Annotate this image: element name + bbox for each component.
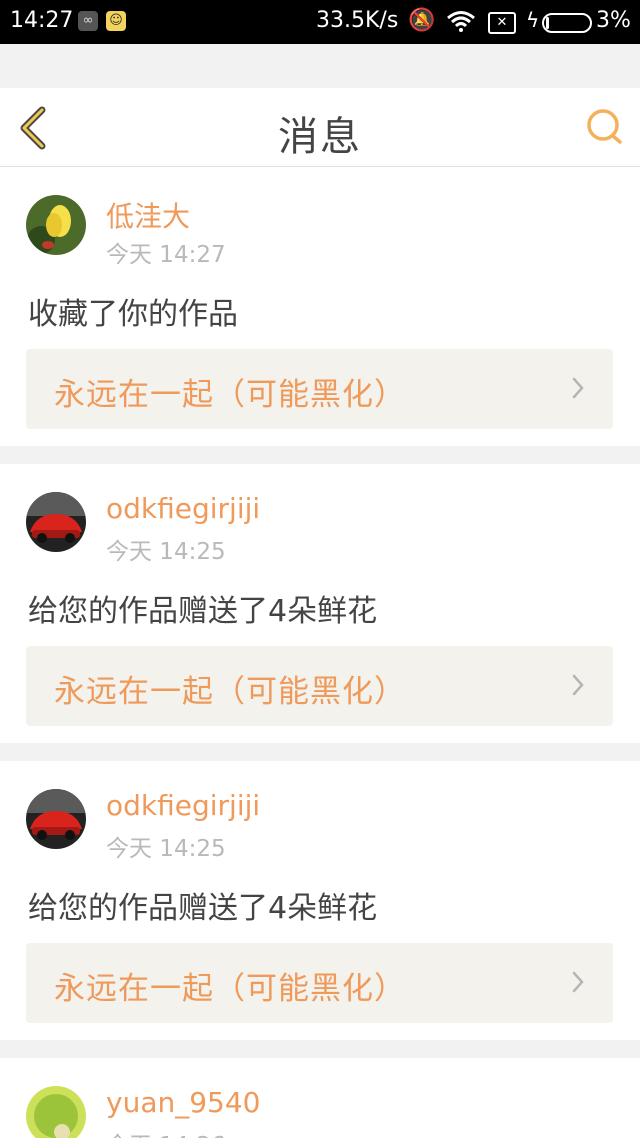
battery-icon [542,13,592,33]
message-card: odkfiegirjiji 今天 14:25 给您的作品赠送了4朵鲜花 永远在一… [0,761,640,1040]
avatar[interactable] [26,1086,86,1138]
status-time: 14:27 [10,8,74,33]
work-title: 永远在一起（可能黑化） [54,971,406,1007]
work-title: 永远在一起（可能黑化） [54,674,406,710]
battery-percent: 3% [596,8,631,33]
message-text: 给您的作品赠送了4朵鲜花 [28,891,378,926]
avatar[interactable] [26,789,86,849]
no-sim-icon: ✕ [488,12,516,34]
message-card: 低洼大 今天 14:27 收藏了你的作品 永远在一起（可能黑化） [0,167,640,446]
search-icon[interactable] [584,106,626,148]
status-bar: 14:27 ∞ ☺ 33.5K/s 🔕 ✕ ϟ 3% [0,0,640,44]
chevron-right-icon [572,377,584,399]
timestamp: 今天 14:26 [106,1126,226,1138]
username[interactable]: odkfiegirjiji [106,789,260,822]
network-speed: 33.5K/s [316,8,399,33]
mute-icon: 🔕 [408,8,436,33]
app-notification-icon: ∞ [78,11,98,31]
page-title: 消息 [278,114,362,160]
timestamp: 今天 14:27 [106,242,226,268]
message-text: 收藏了你的作品 [28,297,238,332]
work-link[interactable]: 永远在一起（可能黑化） [26,349,613,429]
avatar[interactable] [26,195,86,255]
message-card: odkfiegirjiji 今天 14:25 给您的作品赠送了4朵鲜花 永远在一… [0,464,640,743]
username[interactable]: yuan_9540 [106,1086,260,1119]
timestamp: 今天 14:25 [106,836,226,862]
chevron-right-icon [572,674,584,696]
work-link[interactable]: 永远在一起（可能黑化） [26,646,613,726]
work-link[interactable]: 永远在一起（可能黑化） [26,943,613,1023]
chevron-right-icon [572,971,584,993]
message-card: yuan_9540 今天 14:26 [0,1058,640,1138]
app-header: 消息 [0,88,640,167]
app-notification-icon: ☺ [106,11,126,31]
message-text: 给您的作品赠送了4朵鲜花 [28,594,378,629]
work-title: 永远在一起（可能黑化） [54,377,406,413]
username[interactable]: odkfiegirjiji [106,492,260,525]
charging-icon: ϟ [526,8,540,32]
username[interactable]: 低洼大 [106,195,190,235]
avatar[interactable] [26,492,86,552]
wifi-icon [446,10,476,38]
timestamp: 今天 14:25 [106,539,226,565]
